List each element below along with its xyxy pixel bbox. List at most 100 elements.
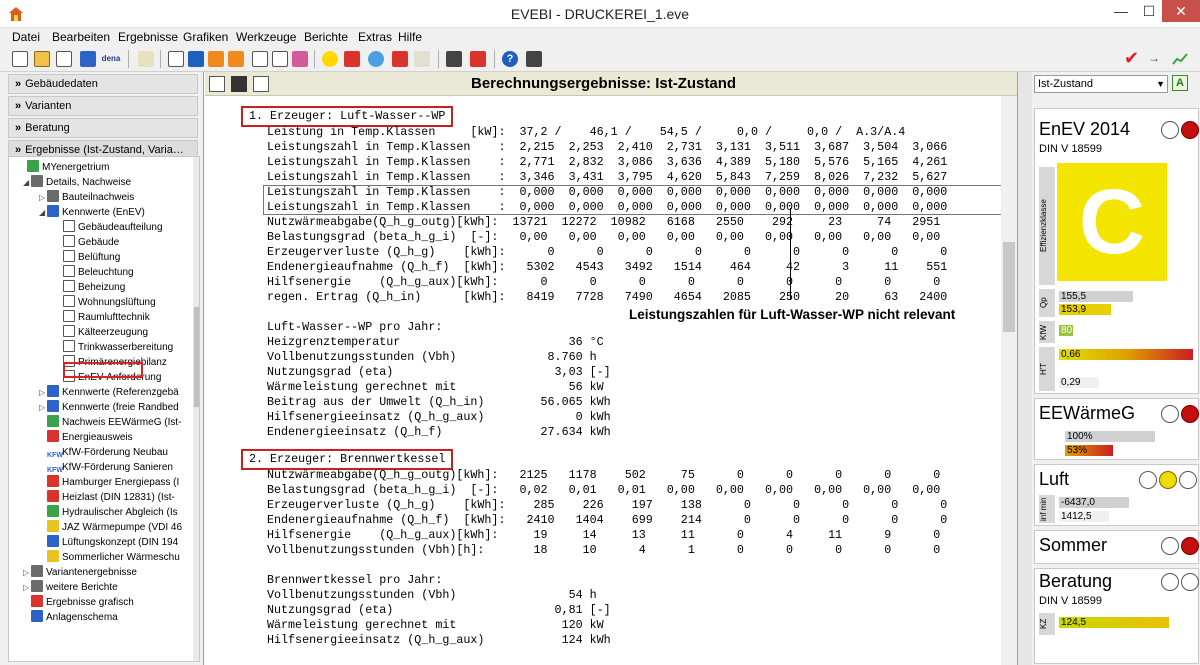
tree-item-belueftung[interactable]: Belüftung: [63, 250, 120, 265]
ht-label: H'T: [1039, 347, 1055, 391]
menu-grafiken[interactable]: Grafiken: [183, 30, 228, 44]
electric-icon[interactable]: [392, 51, 408, 67]
expand-icon[interactable]: ◢: [39, 205, 47, 220]
menu-bearbeiten[interactable]: Bearbeiten: [52, 30, 110, 44]
expand-icon[interactable]: ▷: [39, 190, 47, 205]
print-icon[interactable]: [252, 51, 268, 67]
kfw-bar: 80: [1059, 325, 1073, 336]
tree-item-trinkwasserbereitung[interactable]: Trinkwasserbereitung: [63, 340, 173, 355]
new-file-icon[interactable]: [12, 51, 28, 67]
chart-icon[interactable]: [470, 51, 486, 67]
report-scrollbar-thumb[interactable]: [1003, 242, 1015, 332]
copy-icon[interactable]: [56, 51, 72, 67]
tree-item-kfw-neubau[interactable]: KFWKfW-Förderung Neubau: [47, 445, 168, 460]
report-scrollbar[interactable]: [1001, 96, 1017, 665]
tree-item-details-nachweise[interactable]: ◢ Details, Nachweise: [23, 175, 131, 190]
tree-item-kennwerte-referenz[interactable]: ▷ Kennwerte (Referenzgebä: [39, 385, 179, 400]
tree-item-heizlast[interactable]: Heizlast (DIN 12831) (Ist-: [47, 490, 175, 505]
menu-ergebnisse[interactable]: Ergebnisse: [118, 30, 178, 44]
menu-werkzeuge[interactable]: Werkzeuge: [236, 30, 296, 44]
tree-item-sommerlicher-waermeschutz[interactable]: Sommerlicher Wärmeschu: [47, 550, 180, 565]
graph-icon[interactable]: [1172, 51, 1188, 67]
tree-item-weitere-berichte[interactable]: ▷ weitere Berichte: [23, 580, 118, 595]
tree-scrollbar-thumb[interactable]: [194, 307, 199, 407]
wand-icon[interactable]: [138, 51, 154, 67]
checkmark-icon[interactable]: ✔: [1124, 49, 1140, 67]
document-icon: [63, 265, 75, 277]
tree-item-kfw-sanieren[interactable]: KFWKfW-Förderung Sanieren: [47, 460, 173, 475]
save-icon[interactable]: [231, 76, 247, 92]
ventilation-icon[interactable]: [368, 51, 384, 67]
tool-icon[interactable]: [414, 51, 430, 67]
expand-icon[interactable]: ▷: [23, 580, 31, 595]
tree-item-nachweis-eewaermeg[interactable]: Nachweis EEWärmeG (Ist-: [47, 415, 181, 430]
section-varianten[interactable]: » Varianten: [8, 96, 198, 116]
tree-item-energieausweis[interactable]: Energieausweis: [47, 430, 133, 445]
ht-bar: 0,66: [1059, 349, 1193, 360]
report-orange-2-icon[interactable]: [228, 51, 244, 67]
tree-item-kennwerte-enev[interactable]: ◢ Kennwerte (EnEV): [39, 205, 145, 220]
tree-item-wohnungslueftung[interactable]: Wohnungslüftung: [63, 295, 156, 310]
tree-item-myenergetrium[interactable]: MYenergetrium: [27, 160, 109, 175]
document-icon[interactable]: [168, 51, 184, 67]
section-beratung[interactable]: » Beratung: [8, 118, 198, 138]
tree-item-variantenergebnisse[interactable]: ▷ Variantenergebnisse: [23, 565, 137, 580]
tree-item-lueftungskonzept[interactable]: Lüftungskonzept (DIN 194: [47, 535, 178, 550]
maximize-button[interactable]: ☐: [1136, 0, 1162, 22]
tree-item-gebaeude[interactable]: Gebäude: [63, 235, 119, 250]
tree-item-bauteilnachweis[interactable]: ▷ Bauteilnachweis: [39, 190, 134, 205]
tree-item-hydraulischer-abgleich[interactable]: Hydraulischer Abgleich (Is: [47, 505, 178, 520]
schema-icon: [31, 610, 43, 622]
minimize-button[interactable]: —: [1106, 0, 1136, 22]
print-icon[interactable]: [209, 76, 225, 92]
section-header-luft-wasser-wp: 1. Erzeuger: Luft-Wasser--WP: [241, 106, 454, 127]
menu-berichte[interactable]: Berichte: [304, 30, 348, 44]
report-line: Luft-Wasser--WP pro Jahr:: [267, 320, 443, 334]
expand-icon[interactable]: ▷: [23, 565, 31, 580]
sun-icon[interactable]: [322, 51, 338, 67]
arrow-right-icon[interactable]: →: [1148, 51, 1164, 67]
report-line: Endenergieaufnahme (Q_h_f) [kWh]: 5302 4…: [267, 260, 948, 274]
help-icon[interactable]: ?: [502, 51, 518, 67]
dena-icon[interactable]: dena: [100, 51, 122, 67]
tree-item-kaelteerzeugung[interactable]: Kälteerzeugung: [63, 325, 148, 340]
report-line: Hilfsenergie (Q_h_g_aux)[kWh]: 0 0 0 0 0…: [267, 275, 941, 289]
toolbar-separator: [128, 50, 129, 68]
menu-hilfe[interactable]: Hilfe: [398, 30, 422, 44]
report-orange-icon[interactable]: [208, 51, 224, 67]
eewaermeg-card: EEWärmeG 100% 53%: [1034, 398, 1199, 460]
house-icon: [47, 475, 59, 487]
clipboard-icon[interactable]: [253, 76, 269, 92]
list-icon[interactable]: [292, 51, 308, 67]
tree-scrollbar[interactable]: [193, 157, 199, 661]
tree-item-kennwerte-frei[interactable]: ▷ Kennwerte (freie Randbed: [39, 400, 179, 415]
page-icon[interactable]: [272, 51, 288, 67]
state-select[interactable]: Ist-Zustand ▼: [1034, 75, 1168, 93]
tree-item-raumlufttechnik[interactable]: Raumlufttechnik: [63, 310, 150, 325]
effizienzklasse-label: Effizienzklasse: [1039, 167, 1055, 285]
a-badge-icon[interactable]: A: [1172, 75, 1188, 91]
tree-item-gebaeudeaufteilung[interactable]: Gebäudeaufteilung: [63, 220, 163, 235]
eewaermeg-title: EEWärmeG: [1039, 403, 1136, 423]
section-gebaeudedaten[interactable]: » Gebäudedaten: [8, 74, 198, 94]
arrow-icon[interactable]: [80, 51, 96, 67]
tree-item-jaz-waermepumpe[interactable]: JAZ Wärmepumpe (VDI 46: [47, 520, 182, 535]
calculator-icon[interactable]: [446, 51, 462, 67]
open-folder-icon[interactable]: [34, 51, 50, 67]
expand-icon[interactable]: ▷: [39, 385, 47, 400]
expand-icon[interactable]: ◢: [23, 175, 31, 190]
tree-item-anlagenschema[interactable]: Anlagenschema: [31, 610, 118, 625]
expand-icon[interactable]: ▷: [39, 400, 47, 415]
close-button[interactable]: ✕: [1162, 0, 1200, 22]
tree-item-beheizung[interactable]: Beheizung: [63, 280, 125, 295]
menu-datei[interactable]: Datei: [12, 30, 40, 44]
status-circle-red: [1181, 121, 1199, 139]
report-blue-icon[interactable]: [188, 51, 204, 67]
heating-icon[interactable]: [344, 51, 360, 67]
tree-item-hamburger-energiepass[interactable]: Hamburger Energiepass (I: [47, 475, 179, 490]
right-scrollbar[interactable]: [1018, 72, 1032, 665]
tree-item-beleuchtung[interactable]: Beleuchtung: [63, 265, 134, 280]
tree-item-ergebnisse-grafisch[interactable]: Ergebnisse grafisch: [31, 595, 134, 610]
device-icon[interactable]: [526, 51, 542, 67]
menu-extras[interactable]: Extras: [358, 30, 392, 44]
